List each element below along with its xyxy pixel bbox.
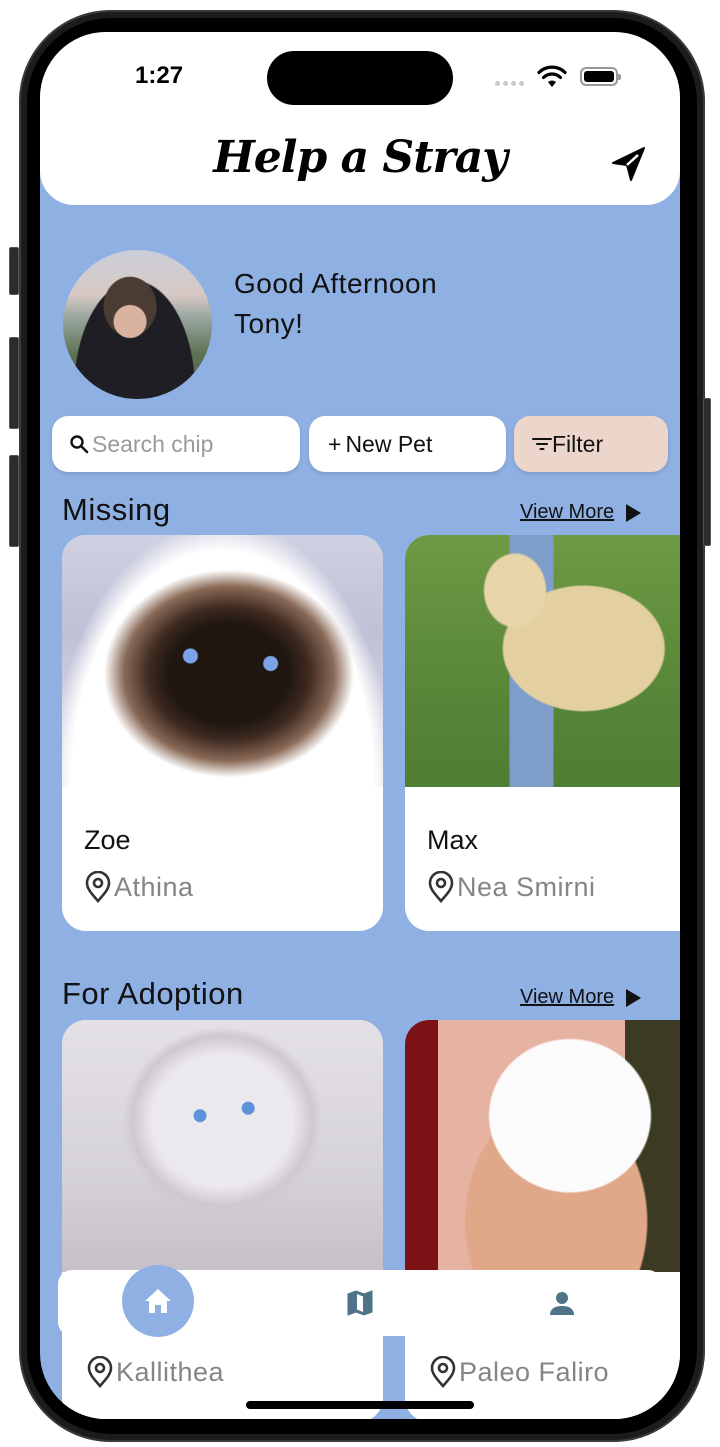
location-pin-icon <box>85 871 111 903</box>
plus-icon: + <box>328 430 342 457</box>
search-chip[interactable] <box>52 416 300 472</box>
person-icon <box>550 1292 574 1315</box>
view-more-label: View More <box>520 501 615 523</box>
pet-card[interactable]: Zoe Athina <box>62 535 383 931</box>
bottom-navigation <box>58 1265 662 1337</box>
location-pin-icon <box>428 871 454 903</box>
volume-up-button <box>9 337 19 429</box>
location-label: Paleo Faliro <box>459 1356 610 1387</box>
battery-icon <box>580 67 621 86</box>
action-button <box>9 247 19 295</box>
wifi-icon <box>537 65 567 87</box>
home-icon <box>145 1289 171 1313</box>
location-label: Athina <box>114 871 194 902</box>
search-icon <box>70 435 89 454</box>
pet-photo <box>405 1020 680 1272</box>
home-indicator[interactable] <box>246 1401 474 1409</box>
new-pet-button[interactable]: + New Pet <box>309 416 506 472</box>
location-pin-icon <box>87 1356 113 1388</box>
location-label: Kallithea <box>116 1356 225 1387</box>
power-button <box>703 398 711 546</box>
filter-button[interactable]: Filter <box>514 416 668 472</box>
view-more-missing[interactable]: View More <box>520 501 642 524</box>
cellular-signal-icon <box>495 81 524 86</box>
pet-photo <box>62 535 383 787</box>
user-avatar[interactable] <box>63 250 212 399</box>
nav-map[interactable] <box>340 1270 380 1336</box>
user-name: Tony! <box>234 308 304 339</box>
section-title-adoption: For Adoption <box>62 976 244 1011</box>
play-arrow-icon <box>626 988 642 1007</box>
view-more-label: View More <box>520 986 615 1008</box>
pet-location: Paleo Faliro <box>429 1356 609 1388</box>
pet-card[interactable]: Max Nea Smirni <box>405 535 680 931</box>
location-label: Nea Smirni <box>457 871 596 902</box>
pet-location: Kallithea <box>86 1356 224 1388</box>
send-icon[interactable] <box>610 144 650 184</box>
search-input[interactable] <box>92 430 292 458</box>
nav-home[interactable] <box>122 1265 194 1337</box>
pet-photo <box>62 1020 383 1272</box>
app-screen: 1:27 Help a Stray Good Afternoon Tony! +… <box>40 32 680 1419</box>
app-header: 1:27 Help a Stray <box>40 32 680 205</box>
map-icon <box>347 1290 373 1316</box>
pet-name: Max <box>427 825 479 855</box>
greeting-text: Good Afternoon Tony! <box>234 264 437 344</box>
filter-label: Filter <box>552 430 604 457</box>
dynamic-island <box>267 51 453 105</box>
filter-icon <box>532 438 552 450</box>
volume-down-button <box>9 455 19 547</box>
pet-name: Zoe <box>84 825 131 855</box>
pet-photo <box>405 535 680 787</box>
play-arrow-icon <box>626 503 642 522</box>
section-title-missing: Missing <box>62 492 171 527</box>
greeting-line: Good Afternoon <box>234 268 438 299</box>
pet-location: Athina <box>84 871 194 903</box>
status-time: 1:27 <box>135 62 184 89</box>
pet-location: Nea Smirni <box>427 871 596 903</box>
app-title: Help a Stray <box>213 132 508 183</box>
view-more-adoption[interactable]: View More <box>520 986 642 1009</box>
location-pin-icon <box>430 1356 456 1388</box>
nav-profile[interactable] <box>542 1270 582 1336</box>
new-pet-label: New Pet <box>345 430 433 457</box>
